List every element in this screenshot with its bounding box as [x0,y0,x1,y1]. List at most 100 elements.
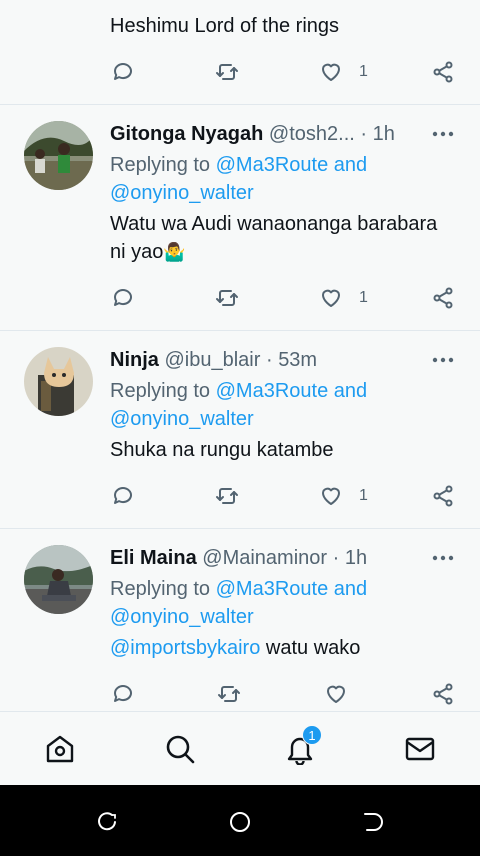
circle-home-icon [230,812,250,832]
share-icon [433,61,453,83]
separator: · [360,123,368,145]
like-count: 1 [359,487,368,504]
replying-to: Replying to @Ma3Route and [110,377,367,405]
mail-icon [405,737,435,761]
more-options-button[interactable] [430,545,456,571]
heart-icon [322,63,340,81]
back-button[interactable] [361,810,385,834]
like-button[interactable] [317,284,345,312]
handle[interactable]: @tosh2... [269,123,355,145]
reply-button[interactable] [109,58,137,86]
more-icon [432,131,454,137]
reply-button[interactable] [109,284,137,312]
avatar[interactable] [24,121,93,190]
timestamp[interactable]: 1h [373,123,395,145]
share-button[interactable] [429,680,457,708]
timeline-feed[interactable]: Heshimu Lord of the rings 1 Gitonga Nyag… [0,0,480,710]
share-button[interactable] [429,482,457,510]
tweet[interactable]: Ninja @ibu_blair · 53m Replying to @Ma3R… [0,331,480,528]
heart-icon [327,685,345,703]
separator: · [265,349,273,371]
heart-icon [322,289,340,307]
tweet-text: ni yao🤷‍♂️ [110,238,186,266]
reply-icon [114,63,132,80]
like-count: 1 [359,63,368,80]
retweet-button[interactable] [215,680,243,708]
share-button[interactable] [429,58,457,86]
reply-mention[interactable]: @onyino_walter [110,405,254,433]
home-system-button[interactable] [228,810,252,834]
reply-mention[interactable]: @onyino_walter [110,179,254,207]
like-button[interactable] [317,482,345,510]
reply-mention[interactable]: @Ma3Route and [216,380,368,402]
heart-icon [322,487,340,505]
handle[interactable]: @ibu_blair [164,349,260,371]
bottom-nav: 1 [0,711,480,785]
nav-home[interactable] [43,732,77,766]
notification-badge: 1 [302,725,322,745]
tweet[interactable]: Gitonga Nyagah @tosh2... · 1h Replying t… [0,105,480,330]
separator: · [332,547,340,569]
retweet-icon [216,488,238,504]
system-nav-bar [0,785,480,856]
text-mention[interactable]: @importsbykairo [110,637,260,659]
tweet[interactable]: Heshimu Lord of the rings 1 [0,0,480,104]
replying-label: Replying to [110,380,211,402]
like-button[interactable] [317,58,345,86]
more-icon [432,357,454,363]
display-name[interactable]: Ninja [110,349,159,371]
more-options-button[interactable] [430,121,456,147]
replying-label: Replying to [110,154,211,176]
reply-mention[interactable]: @onyino_walter [110,603,254,631]
tweet-text: Watu wa Audi wanaonanga barabara [110,213,438,235]
reply-button[interactable] [109,680,137,708]
handle[interactable]: @Mainaminor [202,547,327,569]
shrug-emoji: 🤷‍♂️ [163,242,186,262]
recent-apps-icon [98,812,116,831]
replying-label: Replying to [110,578,211,600]
share-icon [433,287,453,309]
reply-button[interactable] [109,482,137,510]
avatar[interactable] [24,545,93,614]
display-name[interactable]: Eli Maina [110,547,197,569]
retweet-icon [216,290,238,306]
nav-messages[interactable] [403,732,437,766]
reply-icon [114,685,132,702]
retweet-button[interactable] [213,482,241,510]
tweet-text-line: watu wako [265,637,361,659]
back-icon [364,813,383,831]
home-icon [46,735,74,763]
retweet-button[interactable] [213,284,241,312]
nav-search[interactable] [163,732,197,766]
retweet-icon [216,64,238,80]
search-icon [166,735,195,764]
tweet-header: Eli Maina @Mainaminor · 1h [110,545,367,571]
tweet-text: @importsbykairo watu wako [110,634,360,662]
reply-mention[interactable]: @Ma3Route and [216,578,368,600]
like-count: 1 [359,289,368,306]
tweet[interactable]: Eli Maina @Mainaminor · 1h Replying to @… [0,529,480,710]
tweet-header: Ninja @ibu_blair · 53m [110,347,317,373]
avatar[interactable] [24,347,93,416]
tweet-text: Shuka na rungu katambe [110,439,334,461]
replying-to: Replying to @Ma3Route and [110,151,367,179]
timestamp[interactable]: 1h [345,547,367,569]
timestamp[interactable]: 53m [278,349,317,371]
retweet-button[interactable] [213,58,241,86]
share-icon [433,485,453,507]
tweet-header: Gitonga Nyagah @tosh2... · 1h [110,121,395,147]
retweet-icon [218,686,240,702]
display-name[interactable]: Gitonga Nyagah [110,123,263,145]
recent-apps-button[interactable] [95,810,119,834]
tweet-text-line: ni yao [110,241,164,263]
replying-to: Replying to @Ma3Route and [110,575,367,603]
reply-icon [114,289,132,306]
reply-mention[interactable]: @Ma3Route and [216,154,368,176]
more-icon [432,555,454,561]
share-button[interactable] [429,284,457,312]
like-button[interactable] [322,680,350,708]
reply-icon [114,487,132,504]
tweet-text: Heshimu Lord of the rings [110,15,340,37]
more-options-button[interactable] [430,347,456,373]
share-icon [433,683,453,705]
